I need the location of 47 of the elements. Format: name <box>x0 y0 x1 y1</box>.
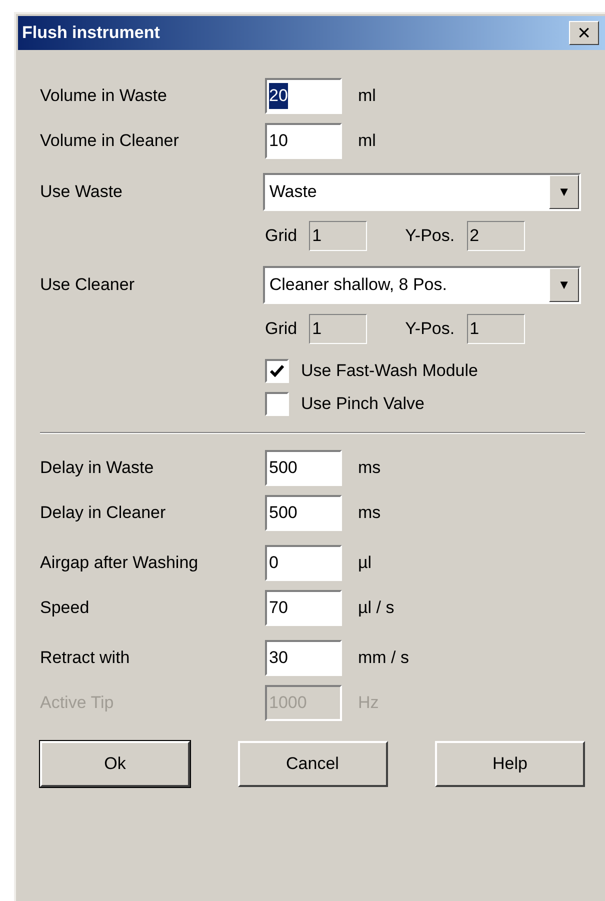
input-field[interactable]: 0 <box>265 545 342 581</box>
dialog-button[interactable]: Cancel <box>238 741 388 787</box>
input-field[interactable]: 500 <box>265 495 342 531</box>
field-label: Airgap after Washing <box>40 552 200 574</box>
input-field[interactable]: 500 <box>265 450 342 486</box>
input-field[interactable]: 70 <box>265 590 342 626</box>
dropdown-value: Cleaner shallow, 8 Pos. <box>269 274 447 296</box>
dropdown-arrow-button[interactable]: ▼ <box>549 175 579 209</box>
grid-label: Grid <box>265 225 298 248</box>
field-label: Use Waste <box>40 181 124 204</box>
grid-label: Grid <box>265 318 298 340</box>
field-label: Delay in Cleaner <box>40 502 167 524</box>
dropdown-value: Waste <box>269 181 317 204</box>
readonly-field: 1 <box>466 314 525 344</box>
unit-label: ms <box>358 457 381 480</box>
window-title: Flush instrument <box>22 22 160 44</box>
dialog-button[interactable]: Ok <box>40 741 190 787</box>
field-label: Speed <box>40 597 90 620</box>
input-field[interactable]: 20 <box>265 78 342 114</box>
dropdown[interactable]: Cleaner shallow, 8 Pos. ▼ <box>263 266 581 304</box>
checkbox[interactable] <box>265 359 289 383</box>
readonly-field: 2 <box>466 221 525 251</box>
field-label: Volume in Cleaner <box>40 130 180 152</box>
ypos-label: Y-Pos. <box>405 318 455 340</box>
unit-label: µl / s <box>358 597 394 620</box>
checkbox[interactable] <box>265 392 289 416</box>
unit-label: ml <box>358 130 376 152</box>
readonly-field: 1 <box>309 314 368 344</box>
input-field[interactable]: 10 <box>265 123 342 159</box>
field-label: Delay in Waste <box>40 457 155 480</box>
field-label: Volume in Waste <box>40 85 168 108</box>
dropdown[interactable]: Waste ▼ <box>263 173 581 211</box>
checkmark-icon <box>270 365 284 377</box>
input-field[interactable]: 30 <box>265 640 342 676</box>
close-button[interactable]: × <box>569 21 599 45</box>
unit-label: mm / s <box>358 647 409 670</box>
unit-label: ml <box>358 85 376 108</box>
dropdown-arrow-button[interactable]: ▼ <box>549 268 579 302</box>
unit-label: µl <box>358 552 372 574</box>
field-label: Use Cleaner <box>40 274 136 296</box>
checkbox-label: Use Pinch Valve <box>301 393 424 416</box>
checkbox-label: Use Fast-Wash Module <box>301 360 478 382</box>
readonly-field: 1 <box>309 221 368 251</box>
unit-label: ms <box>358 502 381 524</box>
ypos-label: Y-Pos. <box>405 225 455 248</box>
field-label: Retract with <box>40 647 131 670</box>
dialog-button[interactable]: Help <box>435 741 585 787</box>
